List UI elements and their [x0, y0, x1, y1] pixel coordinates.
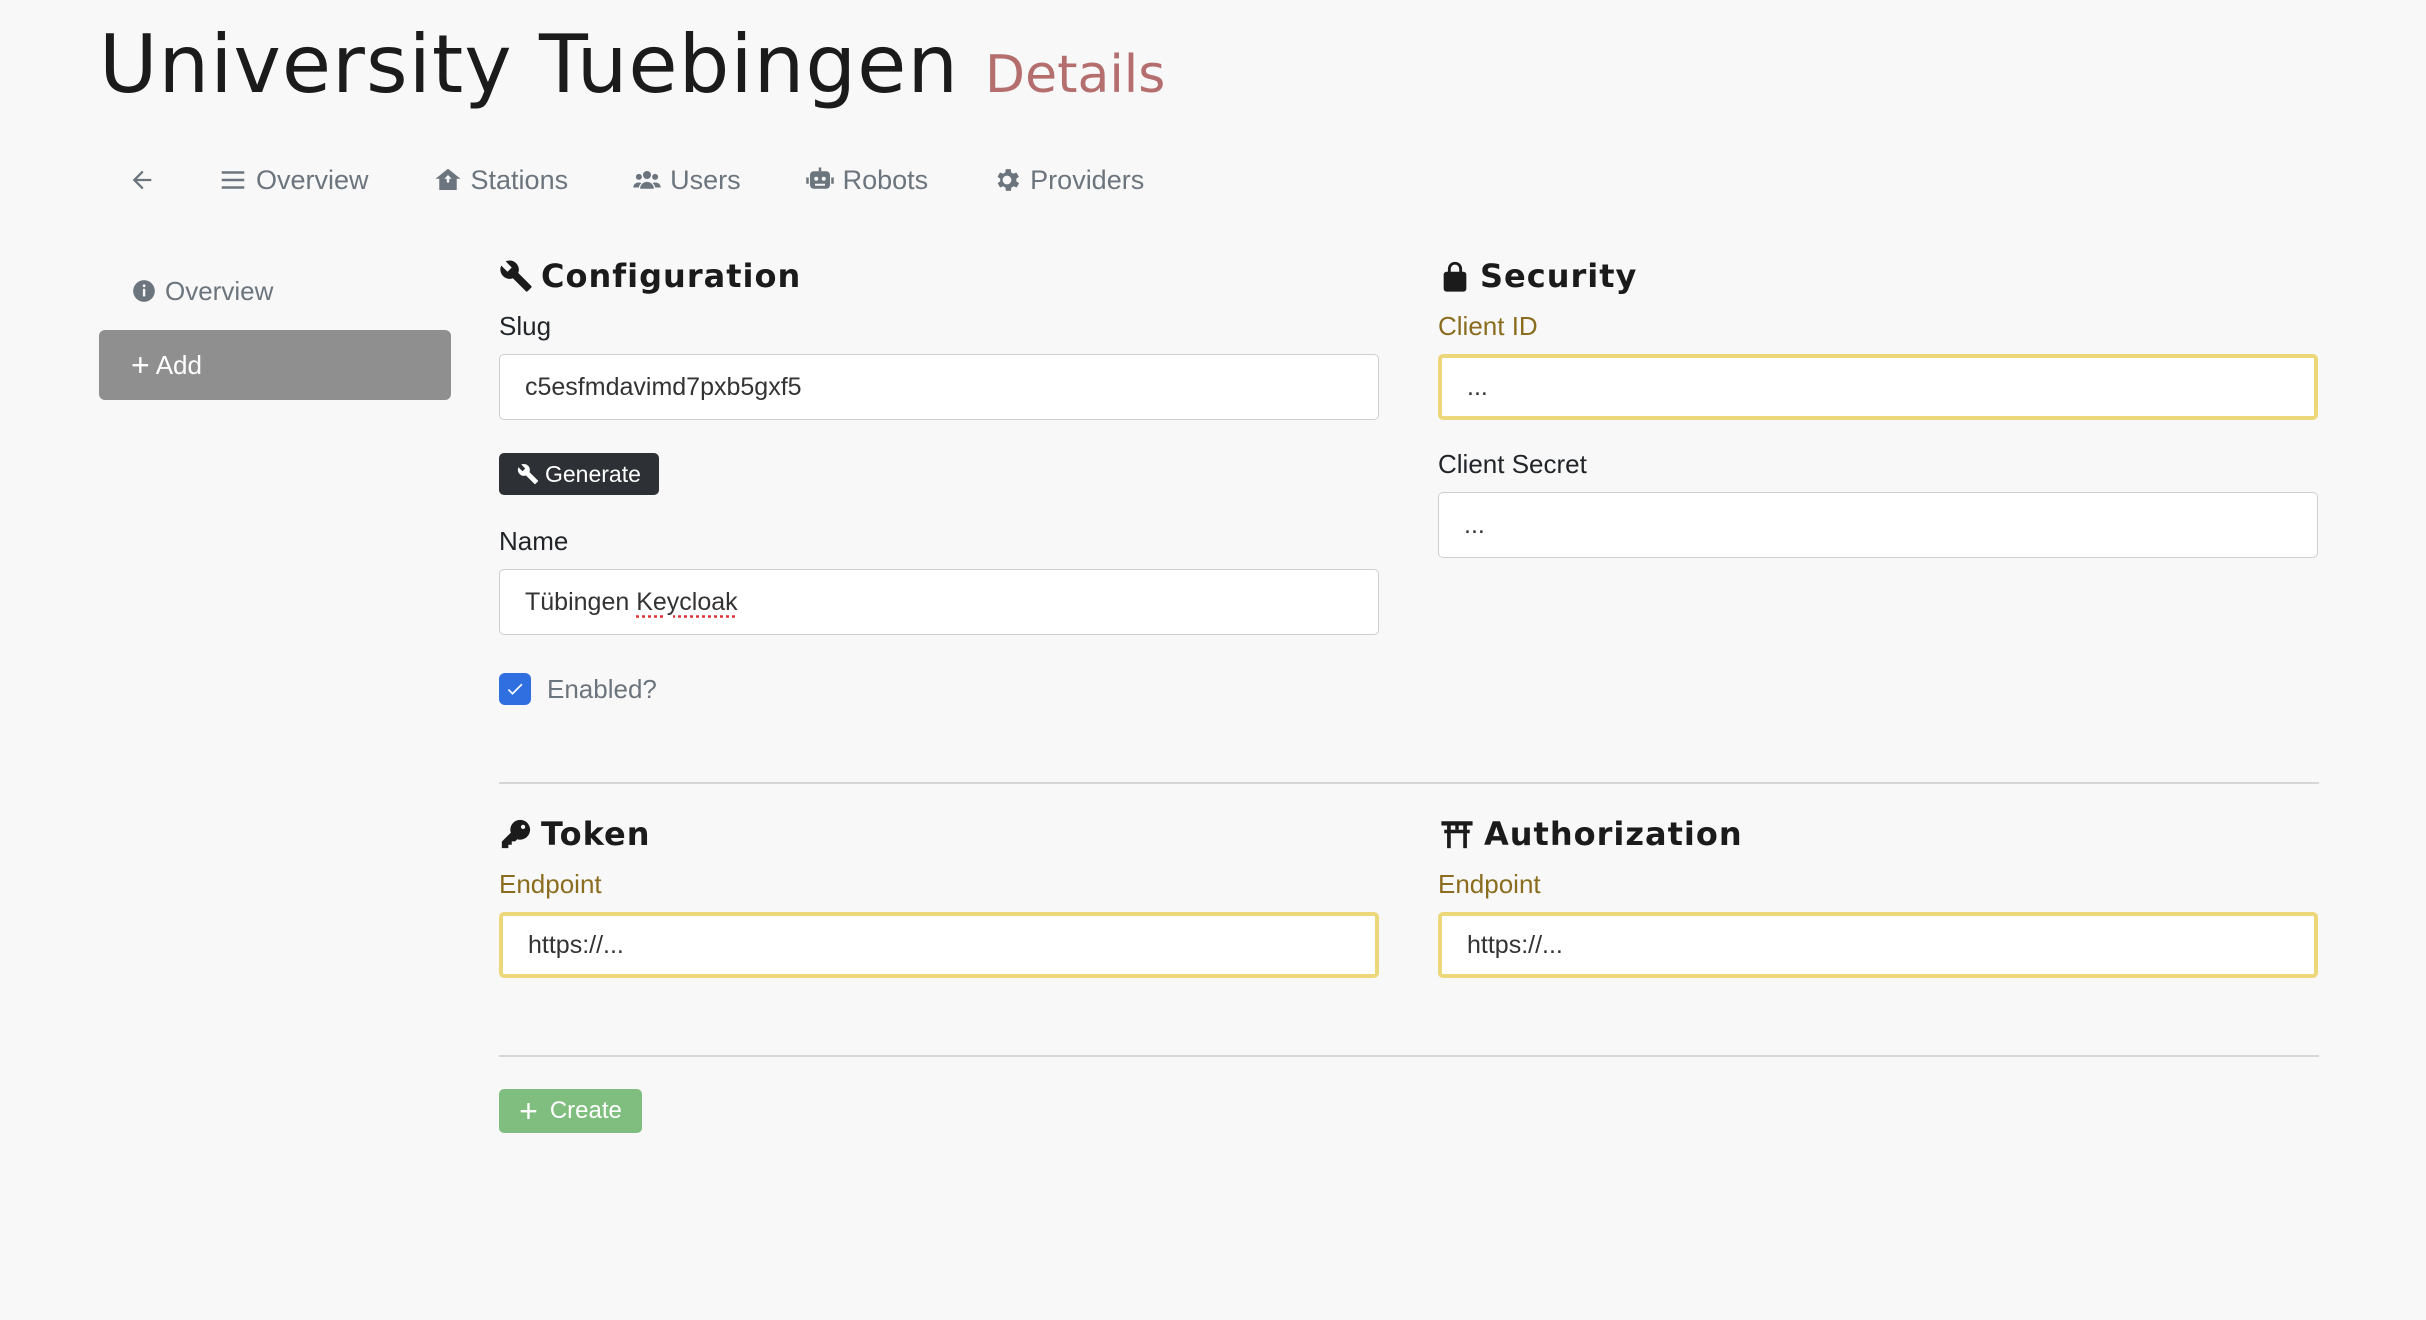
- name-input[interactable]: Tübingen Keycloak: [499, 569, 1379, 635]
- authorization-title-text: Authorization: [1484, 815, 1743, 853]
- key-icon: [499, 817, 533, 851]
- nav-stations[interactable]: Stations: [433, 164, 569, 196]
- info-icon: [131, 278, 157, 304]
- check-icon: [507, 683, 523, 695]
- slug-label: Slug: [499, 310, 552, 341]
- top-navigation: Overview Stations Users Robots Providers: [128, 160, 1208, 200]
- authorization-endpoint-placeholder: https://...: [1467, 930, 1563, 959]
- enabled-checkbox[interactable]: [499, 673, 531, 705]
- wrench-icon: [517, 463, 539, 485]
- house-icon: [433, 165, 463, 195]
- page: University Tuebingen Details Overview St…: [0, 0, 2426, 1320]
- name-label: Name: [499, 525, 569, 556]
- back-button[interactable]: [128, 166, 156, 194]
- security-section: Security Client ID ... Client Secret ...: [1438, 254, 2318, 558]
- slug-value: c5esfmdavimd7pxb5gxf5: [525, 372, 802, 401]
- security-title-text: Security: [1480, 257, 1638, 295]
- nav-providers-label: Providers: [1030, 164, 1145, 195]
- slug-input[interactable]: c5esfmdavimd7pxb5gxf5: [499, 354, 1379, 420]
- nav-robots[interactable]: Robots: [805, 164, 929, 196]
- generate-label: Generate: [545, 460, 641, 487]
- security-title: Security: [1438, 254, 2318, 298]
- token-endpoint-input[interactable]: https://...: [499, 912, 1379, 978]
- sidebar-item-label: Overview: [165, 275, 274, 306]
- nav-overview-label: Overview: [256, 164, 369, 195]
- configuration-section: Configuration Slug c5esfmdavimd7pxb5gxf5…: [499, 254, 1379, 705]
- client-id-input[interactable]: ...: [1438, 354, 2318, 420]
- client-id-placeholder: ...: [1467, 372, 1488, 401]
- lock-icon: [1438, 259, 1472, 293]
- create-label: Create: [549, 1097, 622, 1124]
- wrench-icon: [499, 259, 533, 293]
- name-value-misspelled-word: Keycloak: [636, 587, 738, 616]
- authorization-title: Authorization: [1438, 812, 2318, 856]
- nav-users[interactable]: Users: [632, 165, 741, 196]
- token-endpoint-placeholder: https://...: [528, 930, 624, 959]
- divider: [499, 782, 2319, 784]
- name-value-prefix: Tübingen: [525, 587, 637, 616]
- robot-icon: [805, 165, 835, 195]
- token-title-text: Token: [541, 815, 651, 853]
- authorization-endpoint-label: Endpoint: [1438, 868, 1541, 899]
- client-secret-label: Client Secret: [1438, 448, 1587, 479]
- client-id-label: Client ID: [1438, 310, 1538, 341]
- torii-gate-icon: [1438, 817, 1476, 851]
- divider: [499, 1055, 2319, 1057]
- nav-users-label: Users: [670, 164, 741, 195]
- sidebar-item-overview[interactable]: Overview: [99, 268, 451, 314]
- sidebar-add-button[interactable]: + Add: [99, 330, 451, 400]
- plus-icon: +: [131, 346, 150, 383]
- configuration-title-text: Configuration: [541, 257, 802, 295]
- generate-button[interactable]: Generate: [499, 453, 659, 495]
- users-icon: [632, 165, 662, 195]
- arrow-left-icon: [128, 166, 156, 194]
- authorization-endpoint-input[interactable]: https://...: [1438, 912, 2318, 978]
- gear-icon: [992, 165, 1022, 195]
- plus-icon: +: [519, 1092, 538, 1129]
- page-subtitle: Details: [985, 45, 1166, 105]
- client-secret-placeholder: ...: [1464, 510, 1485, 539]
- sidebar: Overview + Add: [99, 268, 451, 400]
- page-title: University Tuebingen: [99, 18, 960, 111]
- enabled-label: Enabled?: [547, 673, 657, 704]
- enabled-checkbox-row[interactable]: Enabled?: [499, 673, 1379, 705]
- client-secret-input[interactable]: ...: [1438, 492, 2318, 558]
- name-value: Tübingen Keycloak: [525, 588, 738, 617]
- nav-stations-label: Stations: [470, 164, 569, 195]
- authorization-section: Authorization Endpoint https://...: [1438, 812, 2318, 978]
- create-button[interactable]: + Create: [499, 1089, 642, 1133]
- configuration-title: Configuration: [499, 254, 1379, 298]
- token-title: Token: [499, 812, 1379, 856]
- sidebar-add-label: Add: [155, 349, 202, 380]
- token-section: Token Endpoint https://...: [499, 812, 1379, 978]
- nav-overview[interactable]: Overview: [218, 165, 369, 196]
- page-header: University Tuebingen Details: [99, 18, 1165, 111]
- nav-providers[interactable]: Providers: [992, 165, 1144, 196]
- nav-robots-label: Robots: [842, 164, 929, 195]
- bars-icon: [218, 165, 248, 195]
- token-endpoint-label: Endpoint: [499, 868, 602, 899]
